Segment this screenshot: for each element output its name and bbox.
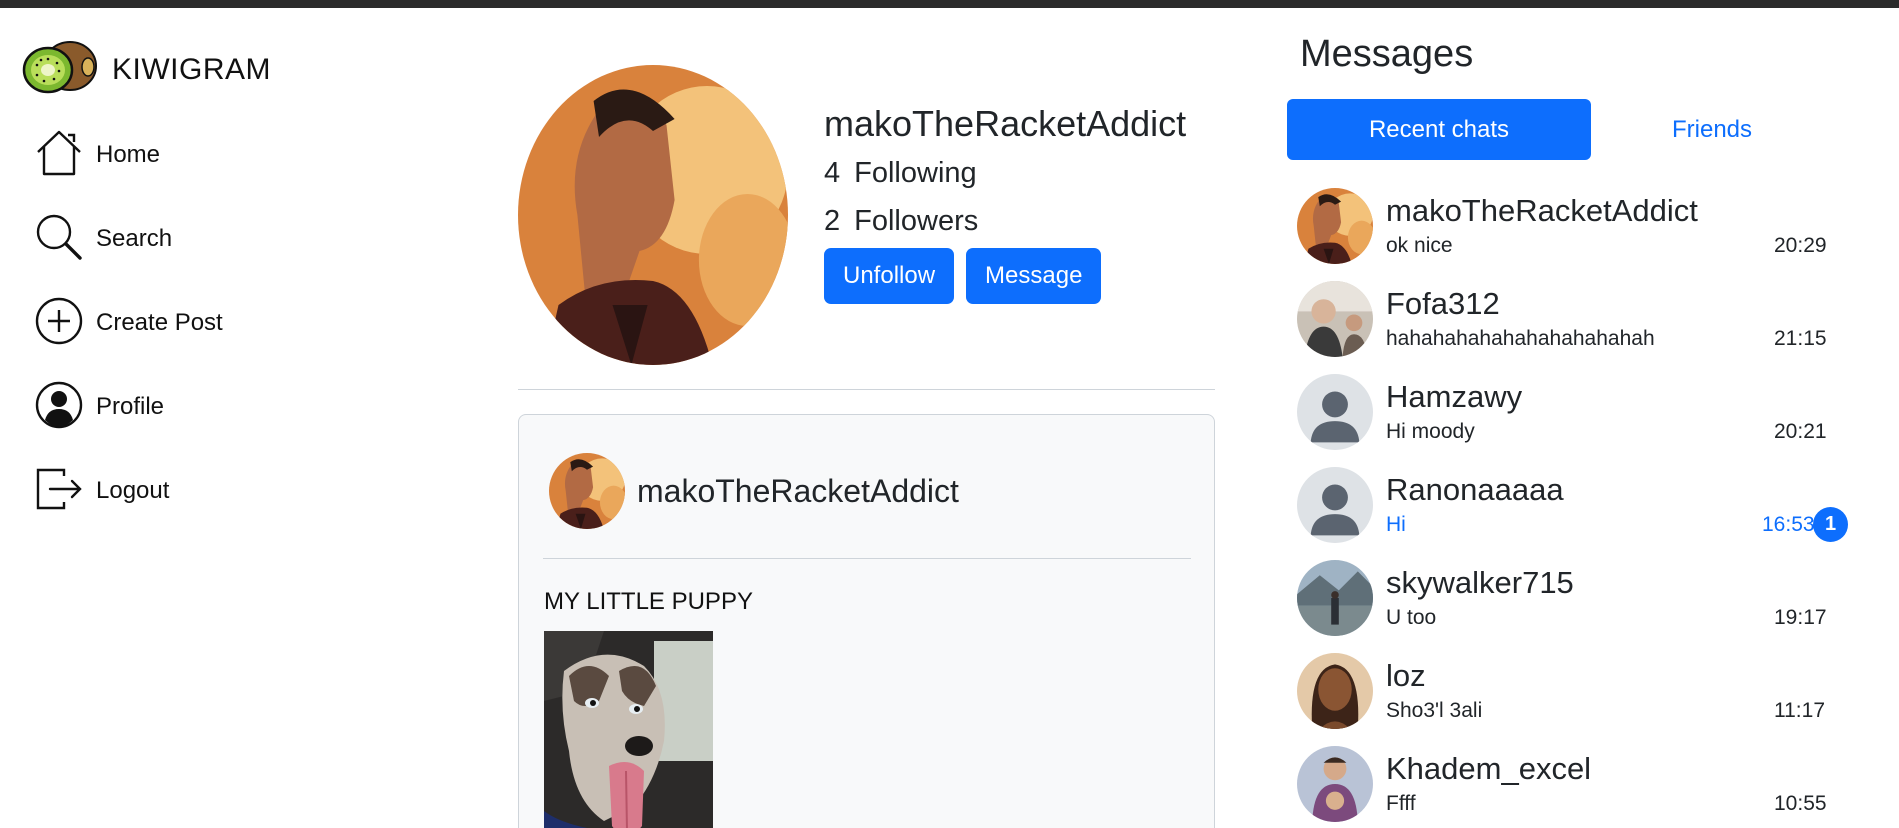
chat-item[interactable]: Khadem_excel Ffff 10:55 — [1297, 746, 1847, 828]
chat-preview: hahahahahahahahahahahah — [1386, 327, 1655, 350]
chat-name: loz — [1386, 658, 1426, 693]
tab-friends[interactable]: Friends — [1591, 99, 1833, 160]
search-icon — [34, 212, 84, 267]
following-stat[interactable]: 4 Following — [824, 154, 1186, 192]
brand-name: KIWIGRAM — [112, 52, 271, 86]
window-top-bar — [0, 0, 1899, 8]
chat-item[interactable]: skywalker715 U too 19:17 — [1297, 560, 1847, 653]
nav-label: Create Post — [96, 309, 223, 336]
post-author-avatar[interactable] — [549, 453, 625, 529]
nav-label: Search — [96, 225, 173, 252]
chat-time: 21:15 — [1774, 327, 1827, 350]
chat-time: 11:17 — [1774, 699, 1825, 722]
nav-item-logout[interactable]: Logout — [34, 466, 223, 516]
followers-label: Followers — [854, 205, 979, 237]
default-avatar-icon — [1297, 467, 1373, 543]
following-count: 4 — [824, 157, 841, 189]
followers-stat[interactable]: 2 Followers — [824, 202, 1186, 240]
post-author-name[interactable]: makoTheRacketAddict — [637, 473, 959, 510]
profile-username: makoTheRacketAddict — [824, 103, 1187, 144]
logout-icon — [34, 464, 84, 519]
nav-label: Profile — [96, 393, 165, 420]
chat-list: makoTheRacketAddict ok nice 20:29 Fofa31… — [1297, 188, 1848, 828]
nav-item-create-post[interactable]: Create Post — [34, 296, 223, 351]
profile-actions: Unfollow Message — [824, 248, 1186, 304]
brand[interactable]: KIWIGRAM — [22, 38, 271, 101]
chat-preview: U too — [1386, 606, 1437, 629]
unfollow-button[interactable]: Unfollow — [824, 248, 955, 304]
nav-item-search[interactable]: Search — [34, 214, 223, 264]
avatar — [1297, 188, 1373, 264]
chat-item[interactable]: makoTheRacketAddict ok nice 20:29 — [1297, 188, 1847, 281]
chat-name: Hamzawy — [1386, 379, 1523, 414]
chat-preview: ok nice — [1386, 234, 1453, 257]
profile-info: makoTheRacketAddict 4 Following 2 Follower… — [824, 104, 1186, 304]
post-image[interactable] — [544, 631, 713, 828]
tab-recent-chats[interactable]: Recent chats — [1287, 99, 1591, 160]
unread-badge: 1 — [1813, 507, 1848, 542]
messages-tabs: Recent chats Friends — [1287, 99, 1833, 160]
chat-preview: Hi — [1386, 513, 1406, 536]
chat-time: 19:17 — [1774, 606, 1827, 629]
chat-time: 20:29 — [1774, 234, 1827, 257]
profile-divider — [518, 389, 1215, 390]
chat-name: skywalker715 — [1386, 565, 1574, 600]
nav-label: Home — [96, 141, 161, 168]
avatar — [1297, 560, 1373, 636]
nav-item-profile[interactable]: Profile — [34, 380, 223, 435]
chat-preview: Hi moody — [1386, 420, 1475, 443]
sidebar-nav: Home Search Create Post Profile Logout — [34, 130, 223, 550]
post-divider — [543, 558, 1191, 559]
chat-name: Khadem_excel — [1386, 751, 1592, 786]
chat-time: 10:55 — [1774, 792, 1827, 815]
avatar — [1297, 653, 1373, 729]
nav-label: Logout — [96, 477, 170, 504]
avatar — [1297, 746, 1373, 822]
kiwi-logo — [22, 38, 100, 101]
user-circle-icon — [34, 380, 84, 435]
message-button[interactable]: Message — [966, 248, 1102, 304]
avatar — [1297, 281, 1373, 357]
nav-item-home[interactable]: Home — [34, 130, 223, 180]
chat-time: 20:21 — [1774, 420, 1827, 443]
followers-count: 2 — [824, 205, 841, 237]
chat-item[interactable]: Ranonaaaaa Hi 16:53 1 — [1297, 467, 1848, 560]
default-avatar-icon — [1297, 374, 1373, 450]
chat-name: makoTheRacketAddict — [1386, 193, 1698, 228]
profile-avatar — [518, 65, 788, 365]
chat-name: Fofa312 — [1386, 286, 1500, 321]
following-label: Following — [854, 157, 977, 189]
chat-name: Ranonaaaaa — [1386, 472, 1564, 507]
chat-preview: Ffff — [1386, 792, 1416, 815]
chat-item[interactable]: Fofa312 hahahahahahahahahahahah 21:15 — [1297, 281, 1847, 374]
chat-item[interactable]: Hamzawy Hi moody 20:21 — [1297, 374, 1847, 467]
chat-time: 16:53 — [1762, 513, 1815, 536]
post-header: makoTheRacketAddict — [549, 453, 959, 529]
post-caption: MY LITTLE PUPPY — [544, 588, 753, 615]
chat-item[interactable]: loz Sho3'l 3ali 11:17 — [1297, 653, 1847, 746]
profile-main: makoTheRacketAddict 4 Following 2 Follower… — [518, 8, 1218, 828]
messages-title: Messages — [1300, 33, 1474, 75]
plus-circle-icon — [34, 296, 84, 351]
post-card: makoTheRacketAddict MY LITTLE PUPPY — [518, 414, 1215, 828]
messages-panel: Messages Recent chats Friends makoTheRac… — [1287, 8, 1848, 828]
home-icon — [34, 128, 84, 183]
chat-preview: Sho3'l 3ali — [1386, 699, 1483, 722]
sidebar: KIWIGRAM Home Search Create Post Profile — [0, 8, 420, 828]
